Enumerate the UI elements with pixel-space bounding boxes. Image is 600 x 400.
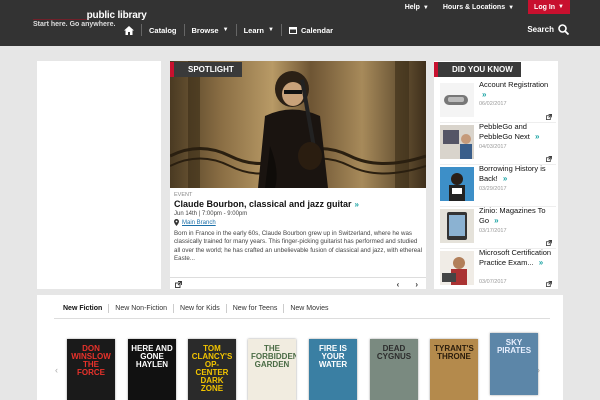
main-nav: Catalog Browse ▼ Learn ▼ Calendar [117,24,340,36]
book-cover[interactable]: DEAD CYGNUS [370,339,418,400]
list-item[interactable]: Borrowing History is Back! » 03/29/2017 [440,164,556,207]
logo-suffix: public library [86,10,147,21]
list-item[interactable]: Account Registration » 06/02/2017 [440,80,556,123]
divider [54,318,550,319]
book-cover-title: DON WINSLOW THE FORCE [71,344,111,377]
spotlight-tag: SPOTLIGHT [170,62,242,77]
share-icon[interactable] [546,114,552,120]
book-cover[interactable]: TYRANT'S THRONE [430,339,478,400]
tab-new-movies[interactable]: New Movies [284,304,334,313]
spotlight-body: EVENT Claude Bourbon, classical and jazz… [174,192,422,263]
home-link[interactable] [117,24,142,36]
book-cover[interactable]: THE FORBIDDEN GARDEN [248,339,296,400]
logo-prefix: __________ [33,10,87,21]
search-button[interactable]: Search [527,24,569,35]
login-button[interactable]: Log In ▼ [528,0,570,14]
chevron-down-icon: ▼ [508,4,515,11]
kid-computer-thumbnail [440,125,474,159]
share-icon[interactable] [546,240,552,246]
map-pin-icon [174,219,179,226]
chevron-right-icon: » [538,257,544,267]
share-icon[interactable] [546,281,552,287]
book-cover-title: TYRANT'S THRONE [434,344,474,361]
help-link[interactable]: Help ▼ [405,4,429,11]
book-cover[interactable]: FIRE IS YOUR WATER [309,339,357,400]
tab-new-non-fiction[interactable]: New Non-Fiction [109,304,175,313]
list-item[interactable]: Microsoft Certification Practice Exam...… [440,248,556,289]
nav-learn[interactable]: Learn ▼ [237,24,282,36]
top-utility-nav: Help ▼ Hours & Locations ▼ Log In ▼ [405,0,570,14]
list-item[interactable]: PebbleGo and PebbleGo Next » 04/03/2017 [440,122,556,165]
did-you-know-panel: DID YOU KNOW Account Registration » 06/0… [434,61,558,289]
chevron-down-icon: ▼ [558,4,564,10]
event-location-link[interactable]: Main Branch [174,219,422,226]
reader-thumbnail [440,167,474,201]
event-time: Jun 14th | 7:00pm - 9:00pm [174,211,248,217]
guitarist-photo [170,61,426,188]
chevron-right-icon: » [354,199,359,209]
did-you-know-tag: DID YOU KNOW [434,62,521,77]
tab-new-for-teens[interactable]: New for Teens [227,304,285,313]
left-panel [37,61,161,289]
book-cover-title: SKY PIRATES [496,338,532,355]
list-item[interactable]: Zinio: Magazines To Go » 03/17/2017 [440,206,556,249]
spotlight-card: SPOTLIGHT EVENT Claude Bourbon, classica… [170,61,426,289]
new-items-tabs: New Fiction New Non-Fiction New for Kids… [57,304,334,313]
nav-browse[interactable]: Browse ▼ [185,24,237,36]
prev-button[interactable]: ‹ [397,280,400,289]
calendar-icon [288,27,297,34]
chevron-right-icon: » [534,131,540,141]
book-cover[interactable]: HERE AND GONE HAYLEN [128,339,176,400]
hours-locations-link[interactable]: Hours & Locations ▼ [443,4,514,11]
event-description: Born in France in the early 60s, Claude … [174,230,422,263]
book-cover[interactable]: DON WINSLOW THE FORCE [67,339,115,400]
event-label: EVENT [174,192,193,198]
home-icon [124,25,134,35]
chevron-down-icon: ▼ [222,27,229,33]
share-icon[interactable] [546,156,552,162]
book-cover-title: DEAD CYGNUS [376,344,412,361]
spotlight-title[interactable]: Claude Bourbon, classical and jazz guita… [174,199,422,209]
tablet-thumbnail [440,209,474,243]
book-cover-title: THE FORBIDDEN GARDEN [251,344,296,369]
next-button[interactable]: › [415,280,418,289]
chevron-down-icon: ▼ [268,27,274,33]
device-thumbnail [440,83,474,117]
tab-new-fiction[interactable]: New Fiction [57,304,110,313]
book-cover[interactable]: TOM CLANCY'S OP-CENTER DARK ZONE [188,339,236,400]
chevron-right-icon: » [494,215,499,225]
person-laptop-thumbnail [440,251,474,285]
book-cover-title: HERE AND GONE HAYLEN [131,344,173,369]
nav-calendar[interactable]: Calendar [282,24,340,36]
book-cover-title: TOM CLANCY'S OP-CENTER DARK ZONE [191,344,233,393]
chevron-right-icon: » [502,173,508,183]
share-icon[interactable] [175,281,182,288]
new-items-panel: New Fiction New Non-Fiction New for Kids… [37,295,563,400]
site-header: __________public library Start here. Go … [0,0,600,46]
chevron-right-icon: » [482,89,487,99]
nav-catalog[interactable]: Catalog [142,24,185,36]
chevron-down-icon: ▼ [422,4,429,11]
spotlight-photo[interactable]: SPOTLIGHT [170,61,426,188]
carousel-prev-icon[interactable]: ‹ [55,365,58,375]
book-cover-title: FIRE IS YOUR WATER [318,344,348,369]
search-icon [558,24,569,35]
spotlight-footer: ‹ › [170,277,426,289]
book-cover[interactable]: SKY PIRATES [490,333,538,395]
tab-new-for-kids[interactable]: New for Kids [174,304,227,313]
